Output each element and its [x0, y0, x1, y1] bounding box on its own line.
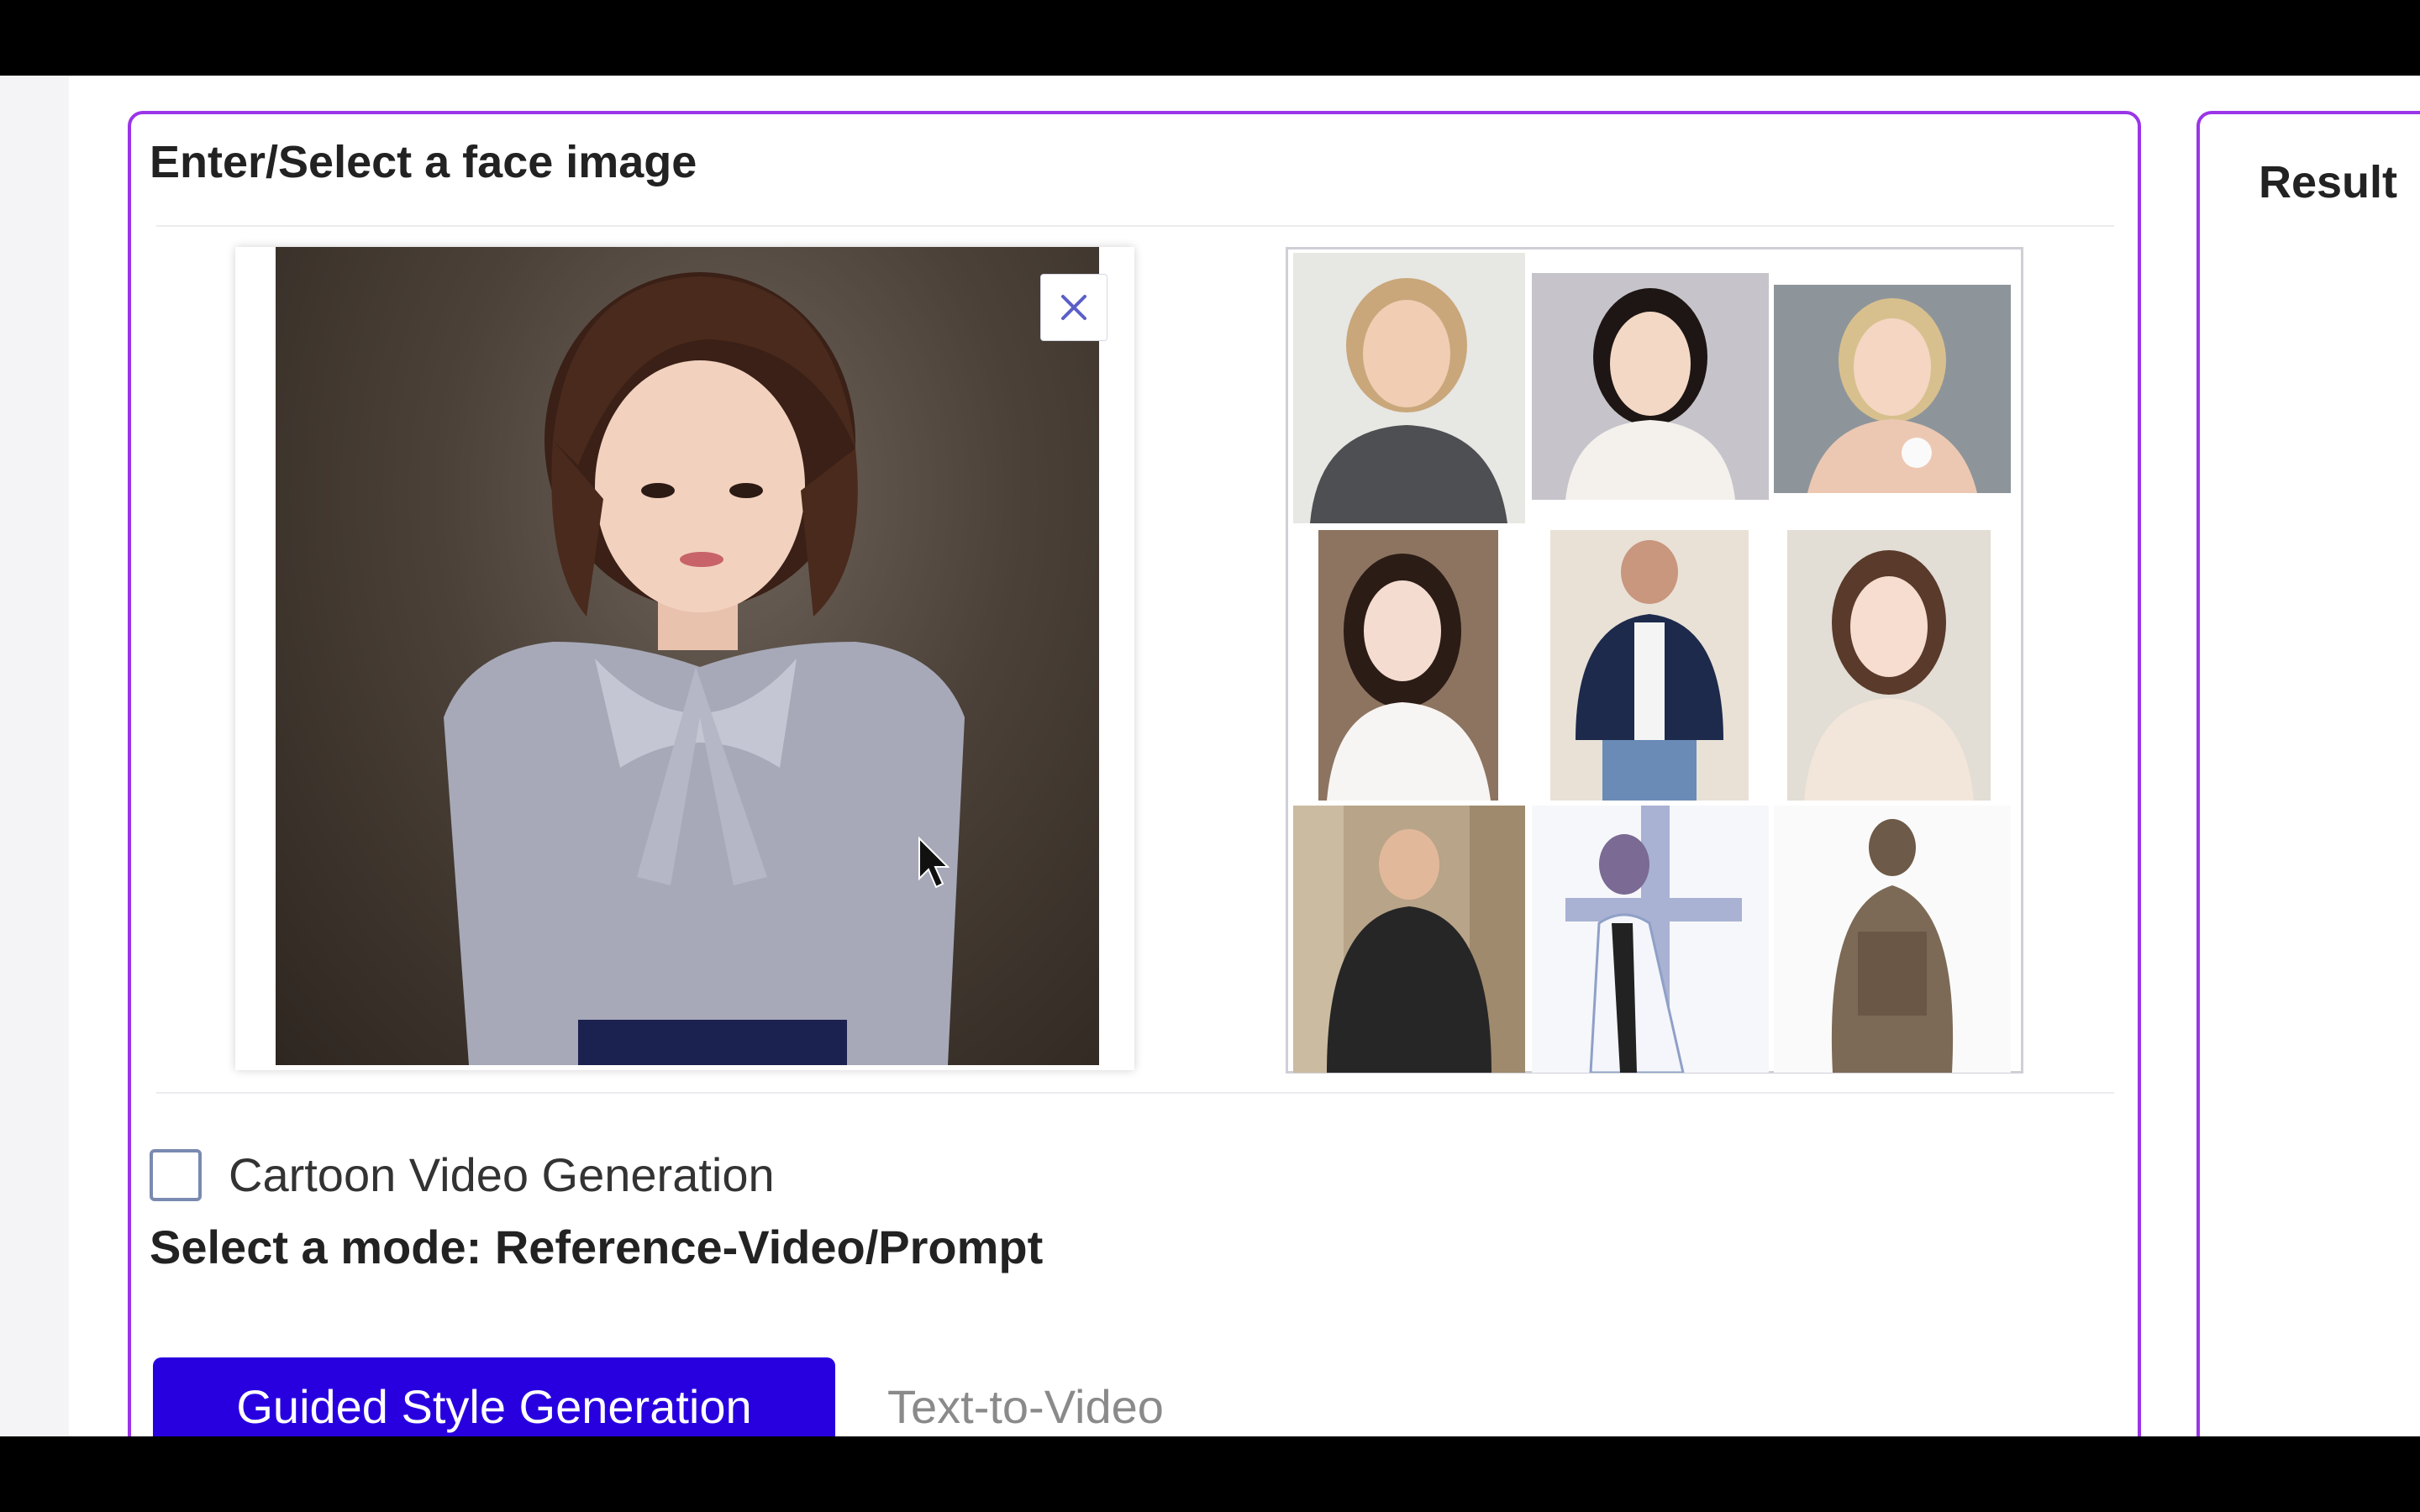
example-face-thumbnail[interactable]	[1532, 806, 1769, 1073]
cartoon-video-label[interactable]: Cartoon Video Generation	[229, 1147, 775, 1202]
example-face-thumbnail[interactable]	[1318, 530, 1498, 801]
left-gutter	[0, 76, 69, 1436]
divider	[156, 225, 2114, 227]
panel-title: Enter/Select a face image	[150, 137, 697, 187]
example-face-gallery	[1286, 247, 2023, 1074]
result-panel: Result	[2196, 111, 2420, 1436]
tab-guided-style-generation[interactable]: Guided Style Generation	[153, 1357, 835, 1436]
mode-select-label: Select a mode: Reference-Video/Prompt	[150, 1221, 1044, 1273]
cartoon-video-option[interactable]: Cartoon Video Generation	[150, 1147, 775, 1202]
remove-image-button[interactable]	[1040, 274, 1107, 341]
close-icon	[1061, 295, 1086, 320]
app-window: Enter/Select a face image Cartoon Video …	[0, 76, 2420, 1436]
tab-text-to-video[interactable]: Text-to-Video	[887, 1357, 1164, 1436]
face-image-preview[interactable]	[235, 247, 1134, 1070]
cartoon-video-checkbox[interactable]	[150, 1148, 202, 1201]
divider	[156, 1092, 2114, 1094]
example-face-thumbnail[interactable]	[1787, 530, 1991, 801]
mouse-pointer-icon	[918, 837, 950, 889]
face-input-panel: Enter/Select a face image Cartoon Video …	[128, 111, 2141, 1436]
example-face-thumbnail[interactable]	[1774, 806, 2011, 1073]
example-face-thumbnail[interactable]	[1293, 806, 1525, 1073]
example-face-thumbnail[interactable]	[1774, 285, 2011, 493]
uploaded-face-image	[276, 247, 1099, 1065]
result-title: Result	[2259, 157, 2398, 207]
example-face-thumbnail[interactable]	[1550, 530, 1749, 801]
example-face-thumbnail[interactable]	[1532, 273, 1769, 500]
example-face-thumbnail[interactable]	[1293, 253, 1525, 523]
